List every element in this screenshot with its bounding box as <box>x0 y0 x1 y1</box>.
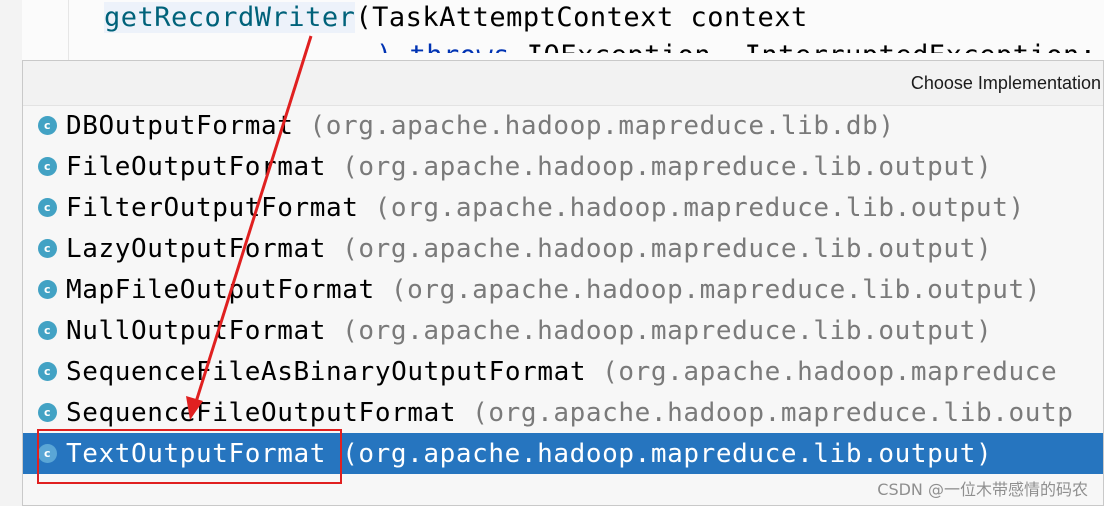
arrow-head <box>186 396 203 420</box>
annotation-arrow <box>186 35 313 420</box>
watermark: CSDN @一位木带感情的码农 <box>877 480 1088 499</box>
arrow-shaft <box>194 35 313 403</box>
